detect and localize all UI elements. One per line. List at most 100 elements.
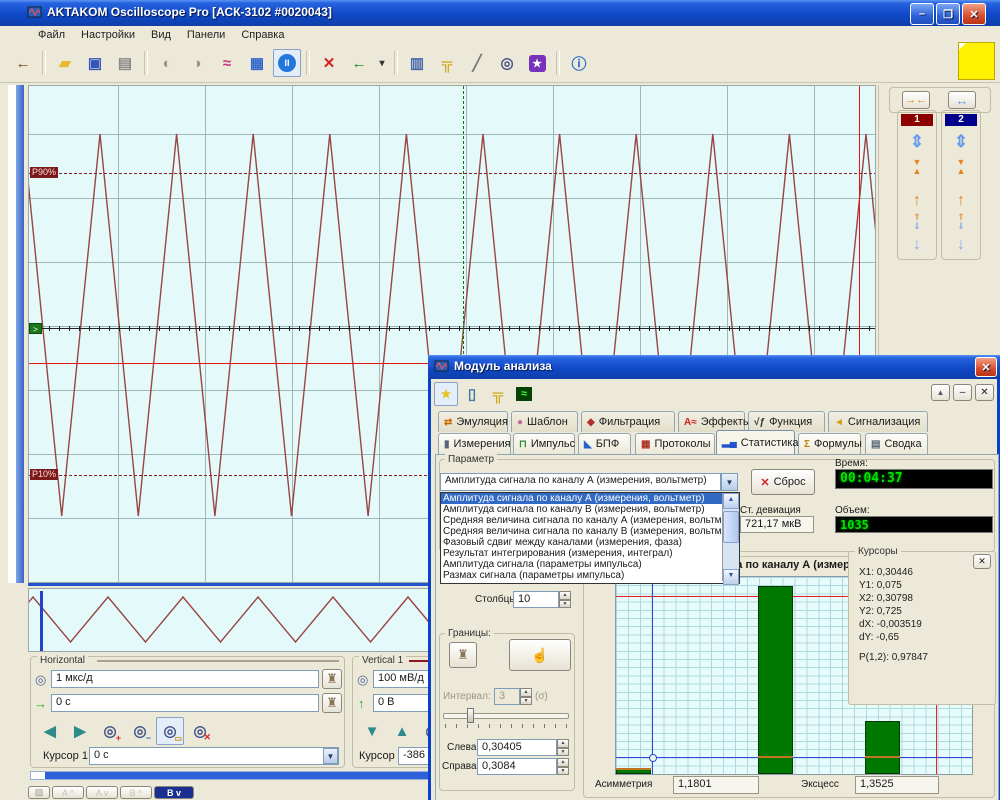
print-button[interactable]: [111, 49, 139, 77]
spin-up-icon[interactable]: ▲: [559, 591, 571, 600]
ch2-fine-move-button[interactable]: ⇑⇓: [945, 211, 977, 233]
interval-slider-thumb[interactable]: [467, 708, 474, 723]
tab-b-down-active[interactable]: B v: [154, 786, 194, 799]
tab-pulse[interactable]: ⊓Импульс: [513, 433, 575, 454]
scope-screen-button[interactable]: [512, 382, 536, 406]
dropdown-option[interactable]: Амплитуда сигнала по каналу В (измерения…: [441, 504, 726, 515]
menu-settings[interactable]: Настройки: [73, 28, 143, 42]
dropdown-option-selected[interactable]: Амплитуда сигнала по каналу А (измерения…: [441, 493, 726, 504]
menu-file[interactable]: Файл: [30, 28, 73, 42]
zoom-window-button[interactable]: ▭: [156, 717, 184, 745]
tab-b-up[interactable]: B ^: [120, 786, 152, 799]
panel-info-button[interactable]: [403, 49, 431, 77]
ch1-scale-updown-button[interactable]: ⇕: [901, 129, 933, 153]
spin-up-icon[interactable]: ▲: [520, 688, 532, 697]
parameter-dropdown-list[interactable]: Амплитуда сигнала по каналу А (измерения…: [440, 492, 740, 584]
info-book-button[interactable]: [460, 382, 484, 406]
insert-marker-dropdown[interactable]: [375, 49, 389, 77]
left-bound-spinner[interactable]: ▲▼: [557, 739, 569, 756]
cursor-intersection-marker[interactable]: [649, 754, 657, 762]
blue-cursor-hline[interactable]: [616, 757, 972, 758]
blue-cursor-vline[interactable]: [652, 577, 653, 774]
caliper-button[interactable]: [433, 49, 461, 77]
dialog-title-bar[interactable]: Модуль анализа ✕: [428, 355, 1000, 379]
timebase-auto-button[interactable]: [322, 669, 342, 689]
spin-down-icon[interactable]: ▼: [559, 600, 571, 609]
search-button[interactable]: [493, 49, 521, 77]
spin-up-icon[interactable]: ▲: [557, 758, 569, 767]
scope-left-scrollbar[interactable]: [16, 85, 24, 583]
trigger-level-marker[interactable]: >: [29, 323, 42, 334]
dialog-close-button[interactable]: ✕: [975, 357, 997, 377]
insert-marker-button[interactable]: [345, 49, 373, 77]
spin-down-icon[interactable]: ▼: [557, 748, 569, 757]
position-auto-button[interactable]: [322, 693, 342, 713]
pan-left-button[interactable]: [36, 717, 64, 745]
left-bound-field[interactable]: 0,30405: [477, 739, 557, 756]
tab-effects[interactable]: A≈Эффекты: [678, 411, 745, 432]
h-cursor-combobox[interactable]: 0 с: [89, 747, 339, 765]
open-file-button[interactable]: [51, 49, 79, 77]
tab-summary[interactable]: ▤Сводка: [865, 433, 928, 454]
tab-function[interactable]: √ƒФункция: [748, 411, 825, 432]
tab-measurements[interactable]: ▮Измерения: [438, 433, 511, 454]
interval-slider-track[interactable]: [443, 713, 569, 719]
dropdown-option[interactable]: Результат интегрирования (измерения, инт…: [441, 548, 726, 559]
dropdown-option[interactable]: Фазовый сдвиг между каналами (измерения,…: [441, 537, 726, 548]
timebase-field[interactable]: 1 мкс/д: [51, 670, 319, 688]
cursors-close-button[interactable]: ✕: [973, 554, 991, 569]
pan-right-button[interactable]: [66, 717, 94, 745]
copy-screen-b-button[interactable]: [183, 49, 211, 77]
pause-button[interactable]: [273, 49, 301, 77]
spin-up-icon[interactable]: ▲: [557, 739, 569, 748]
maximize-button[interactable]: ❐: [936, 3, 960, 25]
right-bound-spinner[interactable]: ▲▼: [557, 758, 569, 775]
pan-up-button[interactable]: [388, 717, 416, 745]
zoom-in-button[interactable]: +: [96, 717, 124, 745]
menu-view[interactable]: Вид: [143, 28, 179, 42]
channel-color-swatch[interactable]: [958, 42, 995, 80]
bounds-auto-button[interactable]: [449, 642, 477, 668]
p90-level-line[interactable]: [29, 173, 876, 174]
ch2-compress-vertical-button[interactable]: ▼▲: [945, 155, 977, 179]
columns-spinner[interactable]: ▲▼: [559, 591, 571, 608]
ch1-move-down-button[interactable]: ↓: [901, 235, 933, 255]
columns-field[interactable]: 10: [513, 591, 559, 608]
tab-emulation[interactable]: ⇄Эмуляция: [438, 411, 508, 432]
dropdown-option[interactable]: Средняя величина сигнала по каналу В (из…: [441, 526, 726, 537]
tab-fft[interactable]: ◣БПФ: [578, 433, 631, 454]
right-bound-field[interactable]: 0,3084: [477, 758, 557, 775]
favorites-button[interactable]: [434, 382, 458, 406]
ch2-move-down-button[interactable]: ↓: [945, 235, 977, 255]
ch1-compress-vertical-button[interactable]: ▼▲: [901, 155, 933, 179]
tab-alarm[interactable]: ◄Сигнализация: [828, 411, 928, 432]
parameter-dropdown-button[interactable]: ▼: [721, 473, 738, 491]
position-field[interactable]: 0 с: [51, 694, 319, 712]
compress-horizontal-button[interactable]: →←: [902, 91, 930, 109]
ch2-scale-updown-button[interactable]: ⇕: [945, 129, 977, 153]
delete-marker-button[interactable]: [315, 49, 343, 77]
menu-help[interactable]: Справка: [233, 28, 292, 42]
dropdown-option[interactable]: Амплитуда сигнала (параметры импульса): [441, 559, 726, 570]
rollup-button[interactable]: ▲: [931, 384, 950, 401]
zoom-reset-button[interactable]: ✕: [186, 717, 214, 745]
ch1-move-up-button[interactable]: ↑: [901, 191, 933, 211]
waveforms-button[interactable]: [213, 49, 241, 77]
minimize-button[interactable]: –: [910, 3, 934, 25]
dropdown-option[interactable]: Средняя величина сигнала по каналу А (из…: [441, 515, 726, 526]
h-cursor-dropdown-button[interactable]: ▼: [323, 748, 338, 764]
tab-template[interactable]: ●Шаблон: [511, 411, 578, 432]
tab-protocols[interactable]: ▦Протоколы: [635, 433, 715, 454]
tab-formulas[interactable]: ΣФормулы: [798, 433, 861, 454]
bounds-manual-button[interactable]: [509, 639, 571, 671]
preview-position-cursor[interactable]: [40, 591, 43, 651]
wizard-button[interactable]: [523, 49, 551, 77]
menu-panels[interactable]: Панели: [179, 28, 233, 42]
scroll-up-icon[interactable]: ▲: [723, 493, 739, 509]
scrollbar-thumb[interactable]: [723, 511, 739, 543]
save-button[interactable]: [81, 49, 109, 77]
parameter-combobox[interactable]: Амплитуда сигнала по каналу А (измерения…: [440, 473, 721, 491]
scroll-down-icon[interactable]: ▼: [723, 569, 739, 585]
pan-down-button[interactable]: [358, 717, 386, 745]
title-bar[interactable]: AKTAKOM Oscilloscope Pro [АСК-3102 #0020…: [0, 0, 1000, 26]
